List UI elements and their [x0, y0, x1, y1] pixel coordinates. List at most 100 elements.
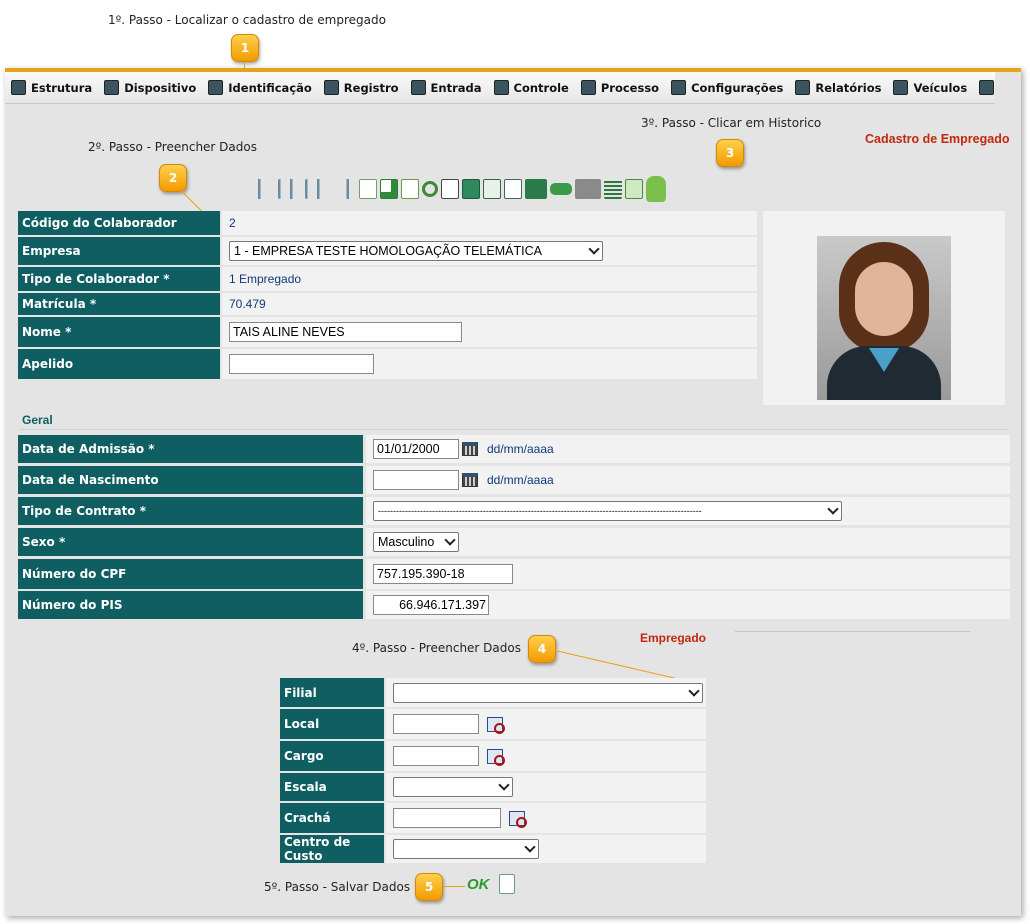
contrato-selected: ----------------------------------------…	[378, 506, 702, 516]
filial-select[interactable]	[393, 682, 703, 703]
menu-item-6[interactable]: Processo	[580, 80, 659, 95]
structure-icon	[11, 80, 26, 95]
menu-item-label: Entrada	[430, 80, 482, 95]
sexo-selected: Masculino	[378, 535, 435, 549]
empresa-row: 1 - EMPRESA TESTE HOMOLOGAÇÃO TELEMÁTICA	[222, 237, 757, 265]
menu-item-7[interactable]: Configurações	[671, 80, 783, 95]
calendar-icon[interactable]	[462, 473, 478, 487]
menu-item-label: Registro	[343, 80, 399, 95]
menu-item-label: Veículos	[913, 80, 968, 95]
chevron-down-icon	[444, 534, 456, 546]
step4-badge: 4	[528, 635, 556, 663]
nascimento-input[interactable]	[373, 470, 459, 490]
apelido-row	[222, 349, 757, 379]
cracha-input[interactable]	[393, 808, 501, 828]
nome-label: Nome *	[18, 317, 220, 347]
matricula-label: Matrícula *	[18, 293, 220, 315]
chevron-down-icon	[588, 243, 600, 255]
open-doc-icon[interactable]	[380, 179, 398, 199]
first-record-icon[interactable]	[251, 179, 275, 199]
biometric-icon[interactable]	[604, 179, 622, 199]
empresa-selected: 1 - EMPRESA TESTE HOMOLOGAÇÃO TELEMÁTICA	[234, 244, 542, 258]
menu-item-4[interactable]: Entrada	[410, 80, 482, 95]
escala-select[interactable]	[393, 777, 513, 797]
search-icon[interactable]	[422, 181, 438, 197]
pis-input[interactable]: 66.946.171.397	[373, 595, 489, 615]
car-icon[interactable]	[550, 183, 572, 195]
chevron-down-icon	[524, 841, 536, 853]
apelido-label: Apelido	[18, 349, 220, 379]
back-doc-icon[interactable]	[499, 874, 515, 894]
codigo-label: Código do Colaborador	[18, 211, 220, 235]
phone-icon[interactable]	[525, 179, 547, 199]
nome-row: TAIS ALINE NEVES	[222, 317, 757, 347]
escala-row	[386, 773, 706, 801]
contrato-row: ----------------------------------------…	[366, 497, 1010, 525]
list-doc-icon[interactable]	[504, 179, 522, 199]
lookup-icon[interactable]	[487, 716, 505, 734]
help-doc-icon[interactable]	[441, 179, 459, 199]
filial-row	[386, 678, 706, 707]
new-doc-icon[interactable]	[359, 179, 377, 199]
last-record-icon[interactable]	[332, 179, 356, 199]
step5-badge: 5	[415, 873, 443, 901]
report-doc-icon[interactable]	[483, 179, 501, 199]
nascimento-row: dd/mm/aaaa	[366, 466, 1010, 494]
step2-annotation: 2º. Passo - Preencher Dados	[88, 140, 257, 154]
next-record-icon[interactable]	[305, 179, 329, 199]
hand-icon[interactable]	[646, 176, 666, 202]
vehicle-icon	[893, 80, 909, 95]
menu-item-0[interactable]: Estrutura	[11, 80, 92, 95]
calendar-icon[interactable]	[462, 442, 478, 456]
menu-item-label: Relatórios	[815, 80, 882, 95]
cpf-label: Número do CPF	[18, 559, 363, 589]
photo-icon[interactable]	[462, 179, 480, 199]
empresa-label: Empresa	[18, 237, 220, 265]
centro-custo-select[interactable]	[393, 839, 539, 859]
lookup-icon[interactable]	[487, 748, 505, 766]
nome-input[interactable]: TAIS ALINE NEVES	[229, 322, 462, 342]
codigo-value: 2	[222, 211, 757, 235]
sexo-row: Masculino	[366, 528, 1010, 556]
menu-item-label: Identificação	[228, 80, 312, 95]
reports-icon	[795, 80, 811, 95]
cargo-label: Cargo	[280, 741, 384, 771]
apelido-input[interactable]	[229, 354, 374, 374]
empresa-select[interactable]: 1 - EMPRESA TESTE HOMOLOGAÇÃO TELEMÁTICA	[229, 241, 603, 261]
sexo-select[interactable]: Masculino	[373, 532, 459, 552]
main-menu: Estrutura Dispositivo Identificação Registr…	[5, 72, 995, 104]
history-icon[interactable]	[625, 179, 643, 199]
local-row	[386, 709, 706, 739]
register-icon	[323, 80, 339, 95]
menu-item-2[interactable]: Identificação	[208, 80, 312, 95]
menu-item-3[interactable]: Registro	[323, 80, 399, 95]
cargo-input[interactable]	[393, 746, 479, 766]
pis-label: Número do PIS	[18, 591, 363, 619]
contrato-label: Tipo de Contrato *	[18, 497, 363, 525]
empregado-title: Empregado	[640, 631, 707, 645]
cracha-label: Crachá	[280, 803, 384, 833]
undo-doc-icon[interactable]	[401, 179, 419, 199]
menu-item-5[interactable]: Controle	[493, 80, 569, 95]
chevron-down-icon	[827, 503, 839, 515]
menu-item-10[interactable]: Ajuda	[979, 80, 995, 95]
ok-button[interactable]: OK	[467, 876, 490, 893]
escala-label: Escala	[280, 773, 384, 801]
admissao-input[interactable]: 01/01/2000	[373, 439, 459, 459]
chevron-down-icon	[688, 684, 700, 697]
cpf-input[interactable]: 757.195.390-18	[373, 564, 513, 584]
cracha-row	[386, 803, 706, 833]
sexo-label: Sexo *	[18, 528, 363, 556]
control-icon	[493, 80, 509, 95]
menu-item-1[interactable]: Dispositivo	[104, 80, 196, 95]
admissao-hint: dd/mm/aaaa	[487, 442, 554, 456]
lookup-icon[interactable]	[509, 810, 527, 828]
prev-record-icon[interactable]	[278, 179, 302, 199]
menu-item-8[interactable]: Relatórios	[795, 80, 881, 95]
menu-item-9[interactable]: Veículos	[893, 80, 967, 95]
admissao-row: 01/01/2000 dd/mm/aaaa	[366, 435, 1010, 463]
printer-icon[interactable]	[575, 179, 601, 199]
contrato-select[interactable]: ----------------------------------------…	[373, 501, 842, 521]
help-icon	[979, 80, 995, 95]
local-input[interactable]	[393, 714, 479, 734]
